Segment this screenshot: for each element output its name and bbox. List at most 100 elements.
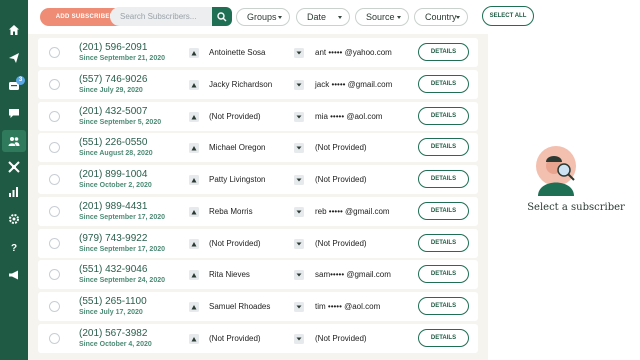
send-icon[interactable] xyxy=(2,47,26,69)
svg-text:?: ? xyxy=(11,243,17,253)
settings-icon[interactable] xyxy=(2,208,26,230)
row-select-radio[interactable] xyxy=(49,301,60,312)
subscriber-email: (Not Provided) xyxy=(315,334,367,343)
subscriber-email: (Not Provided) xyxy=(315,143,367,152)
row-select-radio[interactable] xyxy=(49,111,60,122)
subscriber-name: (Not Provided) xyxy=(209,239,261,248)
subscribed-since: Since October 2, 2020 xyxy=(79,182,152,189)
details-button[interactable]: DETAILS xyxy=(418,107,469,125)
phone-number: (551) 432-9046 xyxy=(79,264,148,275)
chevron-down-icon xyxy=(456,16,460,19)
row-select-radio[interactable] xyxy=(49,142,60,153)
mail-icon xyxy=(294,239,304,249)
subscriber-email: mia ••••• @aol.com xyxy=(315,112,383,121)
subscriber-name: Reba Morris xyxy=(209,207,253,216)
subscribed-since: Since August 28, 2020 xyxy=(79,150,153,157)
details-button[interactable]: DETAILS xyxy=(418,170,469,188)
date-filter[interactable]: Date xyxy=(296,8,350,26)
megaphone-icon[interactable] xyxy=(2,264,26,286)
table-row[interactable]: (201) 432-5007 Since September 5, 2020 (… xyxy=(38,102,478,131)
empty-state-text: Select a subscriber xyxy=(527,202,625,213)
subscriber-name: Jacky Richardson xyxy=(209,80,273,89)
chevron-down-icon xyxy=(397,16,401,19)
country-filter[interactable]: Country xyxy=(414,8,468,26)
table-row[interactable]: (979) 743-9922 Since September 17, 2020 … xyxy=(38,229,478,258)
phone-number: (979) 743-9922 xyxy=(79,233,148,244)
table-row[interactable]: (201) 989-4431 Since September 17, 2020 … xyxy=(38,197,478,226)
search-person-illustration xyxy=(536,146,576,196)
mail-icon xyxy=(294,207,304,217)
person-icon xyxy=(189,175,199,185)
subscriber-email: tim ••••• @aol.com xyxy=(315,302,381,311)
detail-panel: Select a subscriber xyxy=(488,34,640,360)
mail-icon xyxy=(294,80,304,90)
phone-number: (201) 596-2091 xyxy=(79,42,148,53)
inbox-icon[interactable]: 3 xyxy=(2,75,26,97)
select-all-button[interactable]: SELECT ALL xyxy=(482,6,534,26)
table-row[interactable]: (201) 899-1004 Since October 2, 2020 Pat… xyxy=(38,165,478,194)
subscribers-icon[interactable] xyxy=(2,130,26,152)
analytics-icon[interactable] xyxy=(2,181,26,203)
subscribed-since: Since September 5, 2020 xyxy=(79,119,162,126)
subscriber-name: Patty Livingston xyxy=(209,175,266,184)
subscriber-name: Rita Nieves xyxy=(209,270,250,279)
details-button[interactable]: DETAILS xyxy=(418,202,469,220)
mail-icon xyxy=(294,143,304,153)
details-button[interactable]: DETAILS xyxy=(418,329,469,347)
search-input[interactable]: Search Subscribers... xyxy=(110,7,214,26)
subscriber-email: ant ••••• @yahoo.com xyxy=(315,48,392,57)
chevron-down-icon xyxy=(278,16,282,19)
subscriber-email: jack ••••• @gmail.com xyxy=(315,80,393,89)
subscriber-email: reb ••••• @gmail.com xyxy=(315,207,390,216)
chevron-down-icon xyxy=(338,16,342,19)
search-button[interactable] xyxy=(212,7,232,26)
mail-icon xyxy=(294,334,304,344)
row-select-radio[interactable] xyxy=(49,79,60,90)
table-row[interactable]: (551) 265-1100 Since July 17, 2020 Samue… xyxy=(38,292,478,321)
row-select-radio[interactable] xyxy=(49,238,60,249)
person-icon xyxy=(189,48,199,58)
groups-filter[interactable]: Groups xyxy=(236,8,290,26)
subscribed-since: Since September 17, 2020 xyxy=(79,246,165,253)
subscriber-name: Samuel Rhoades xyxy=(209,302,271,311)
subscribed-since: Since September 17, 2020 xyxy=(79,214,165,221)
person-icon xyxy=(189,334,199,344)
details-button[interactable]: DETAILS xyxy=(418,265,469,283)
mail-icon xyxy=(294,270,304,280)
help-icon[interactable]: ? xyxy=(2,236,26,258)
person-icon xyxy=(189,80,199,90)
details-button[interactable]: DETAILS xyxy=(418,234,469,252)
row-select-radio[interactable] xyxy=(49,269,60,280)
table-row[interactable]: (551) 226-0550 Since August 28, 2020 Mic… xyxy=(38,133,478,162)
subscriber-name: (Not Provided) xyxy=(209,334,261,343)
person-icon xyxy=(189,239,199,249)
table-row[interactable]: (551) 432-9046 Since September 24, 2020 … xyxy=(38,260,478,289)
phone-number: (551) 265-1100 xyxy=(79,296,147,307)
toolbar: ADD SUBSCRIBER Search Subscribers... Gro… xyxy=(28,0,640,34)
row-select-radio[interactable] xyxy=(49,174,60,185)
person-icon xyxy=(189,143,199,153)
details-button[interactable]: DETAILS xyxy=(418,138,469,156)
phone-number: (551) 226-0550 xyxy=(79,137,148,148)
table-row[interactable]: (201) 596-2091 Since September 21, 2020 … xyxy=(38,38,478,67)
row-select-radio[interactable] xyxy=(49,47,60,58)
subscribed-since: Since September 21, 2020 xyxy=(79,55,165,62)
person-icon xyxy=(189,112,199,122)
row-select-radio[interactable] xyxy=(49,206,60,217)
details-button[interactable]: DETAILS xyxy=(418,297,469,315)
home-icon[interactable] xyxy=(2,19,26,41)
table-row[interactable]: (557) 746-9026 Since July 29, 2020 Jacky… xyxy=(38,70,478,99)
mail-icon xyxy=(294,48,304,58)
chat-icon[interactable] xyxy=(2,102,26,124)
automation-icon[interactable] xyxy=(2,156,26,178)
phone-number: (557) 746-9026 xyxy=(79,74,148,85)
table-row[interactable]: (201) 567-3982 Since October 4, 2020 (No… xyxy=(38,324,478,353)
person-icon xyxy=(189,270,199,280)
source-filter[interactable]: Source xyxy=(355,8,409,26)
details-button[interactable]: DETAILS xyxy=(418,43,469,61)
row-select-radio[interactable] xyxy=(49,333,60,344)
subscribed-since: Since October 4, 2020 xyxy=(79,341,152,348)
phone-number: (201) 989-4431 xyxy=(79,201,148,212)
subscribed-since: Since July 17, 2020 xyxy=(79,309,143,316)
details-button[interactable]: DETAILS xyxy=(418,75,469,93)
